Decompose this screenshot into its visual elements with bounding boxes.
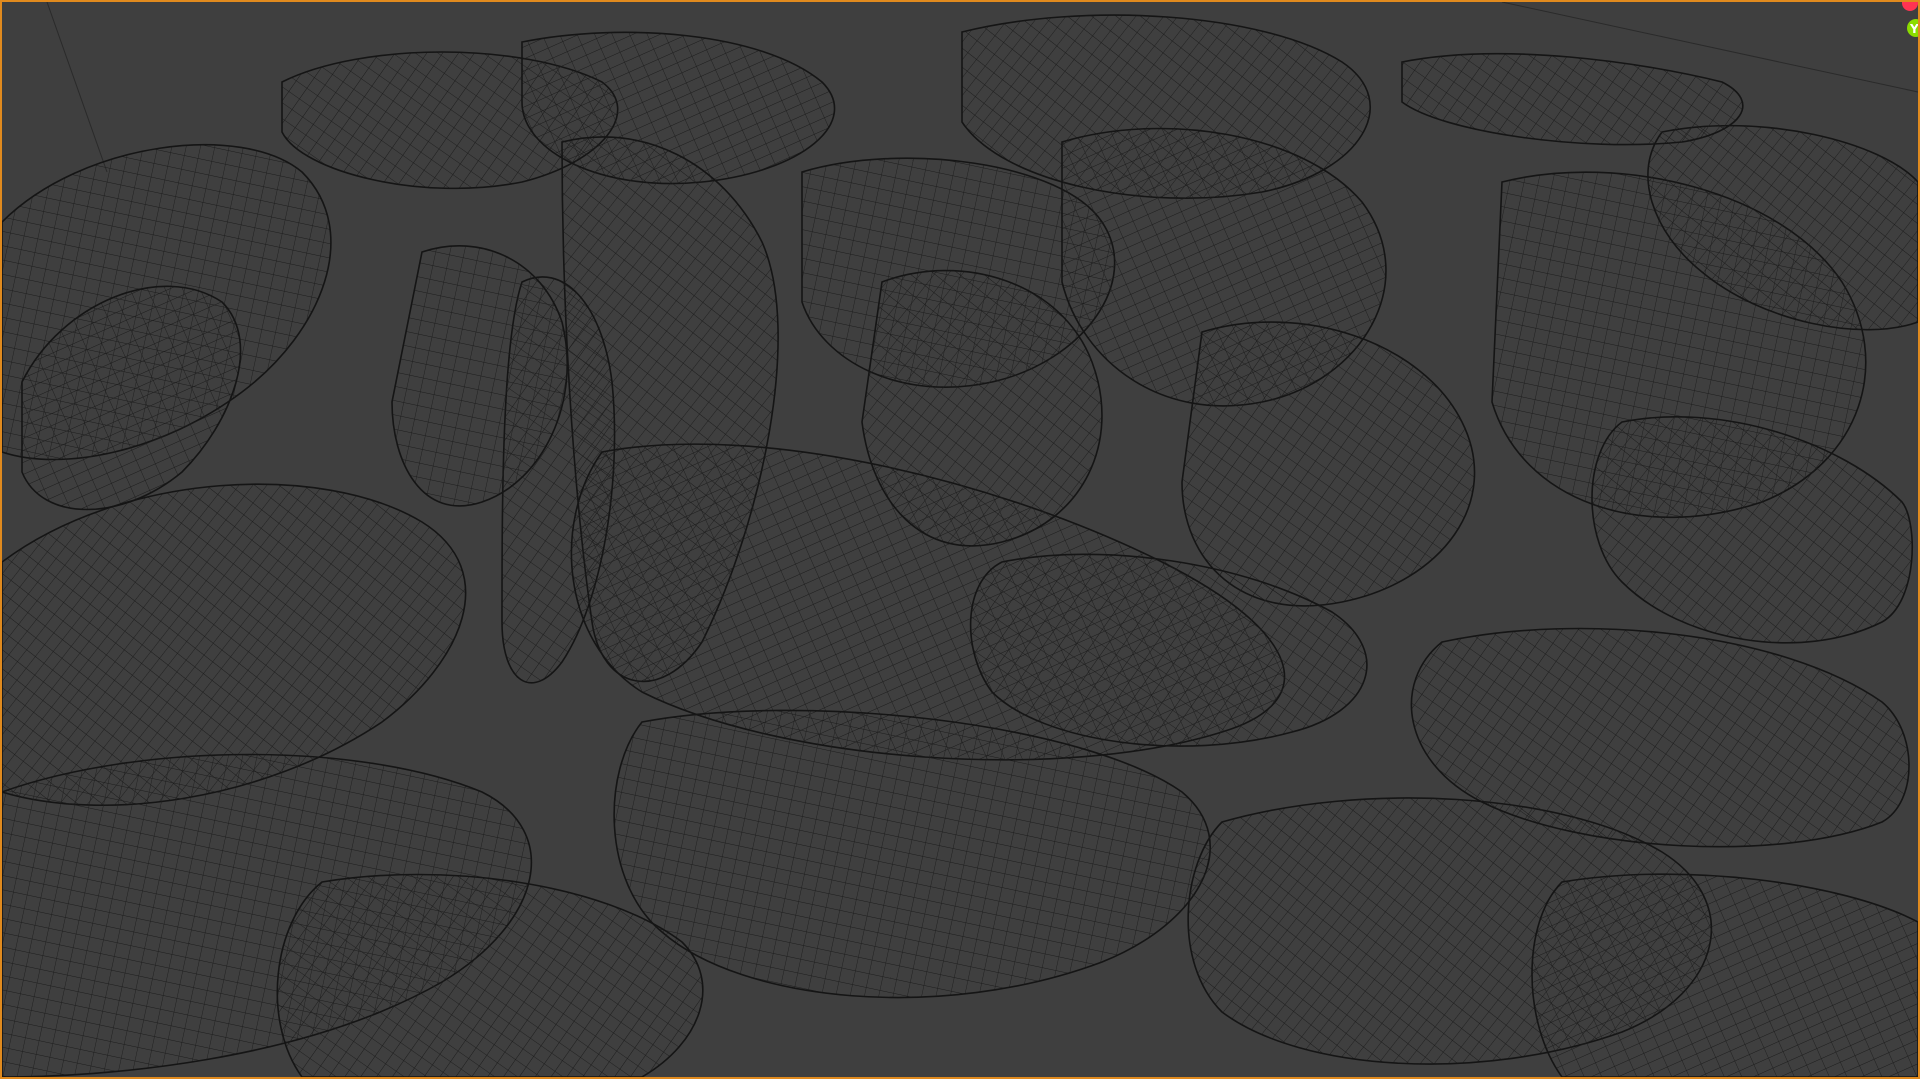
- axis-gizmo[interactable]: Y: [1858, 2, 1918, 52]
- petal-shapes: [2, 14, 1918, 1077]
- y-axis-label: Y: [1909, 22, 1918, 36]
- wireframe-mesh[interactable]: [2, 2, 1918, 1077]
- 3d-viewport[interactable]: Y: [0, 0, 1920, 1079]
- x-axis-icon[interactable]: [1902, 2, 1918, 11]
